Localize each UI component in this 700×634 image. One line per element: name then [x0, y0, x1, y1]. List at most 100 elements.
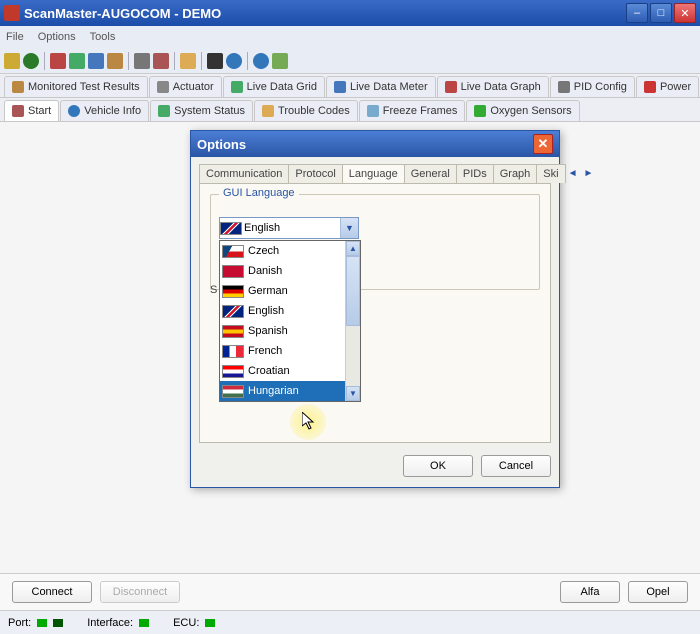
info-icon [68, 105, 80, 117]
option-label: French [248, 345, 297, 357]
language-option[interactable]: German [220, 281, 360, 301]
option-label: Danish [248, 265, 297, 277]
interface-led-icon [139, 619, 149, 627]
book-icon[interactable] [272, 53, 288, 69]
tool2-icon[interactable] [153, 53, 169, 69]
dialog-titlebar: Options ✕ [191, 131, 559, 157]
actuator-icon [157, 81, 169, 93]
chevron-down-icon[interactable]: ▼ [340, 218, 358, 238]
tabs-left-arrow[interactable]: ◄ [565, 166, 581, 181]
scroll-down-button[interactable]: ▼ [346, 386, 360, 401]
menubar: File Options Tools [0, 26, 700, 48]
language-option[interactable]: Czech [220, 241, 360, 261]
window-icon[interactable] [207, 53, 223, 69]
minimize-button[interactable]: – [626, 3, 648, 23]
tab-general[interactable]: General [404, 164, 457, 183]
option-label: English [248, 305, 299, 317]
dialog-title: Options [197, 137, 246, 152]
flag-icon [222, 345, 244, 358]
language-option[interactable]: Spanish [220, 321, 360, 341]
tab-freeze-frames[interactable]: Freeze Frames [359, 100, 466, 121]
tab-trouble-codes[interactable]: Trouble Codes [254, 100, 358, 121]
opel-button[interactable]: Opel [628, 581, 688, 603]
tab-oxygen-sensors[interactable]: Oxygen Sensors [466, 100, 579, 121]
tab-system-status[interactable]: System Status [150, 100, 253, 121]
alfa-button[interactable]: Alfa [560, 581, 620, 603]
label: Live Data Graph [461, 81, 541, 93]
tab-power[interactable]: Power [636, 76, 699, 97]
tab-communication[interactable]: Communication [199, 164, 289, 183]
grid-icon[interactable] [50, 53, 66, 69]
status-ecu-label: ECU: [173, 617, 199, 629]
tab-live-graph[interactable]: Live Data Graph [437, 76, 549, 97]
dialog-button-row: OK Cancel [191, 449, 559, 487]
grid3-icon[interactable] [88, 53, 104, 69]
dialog-close-button[interactable]: ✕ [533, 134, 553, 154]
flag-icon [222, 305, 244, 318]
label: Live Data Grid [247, 81, 317, 93]
folder-icon[interactable] [180, 53, 196, 69]
scroll-up-button[interactable]: ▲ [346, 241, 360, 256]
grid-icon [231, 81, 243, 93]
disconnect-button: Disconnect [100, 581, 180, 603]
tab-live-grid[interactable]: Live Data Grid [223, 76, 325, 97]
connect-button[interactable]: Connect [12, 581, 92, 603]
flag-icon [222, 365, 244, 378]
info-icon[interactable] [226, 53, 242, 69]
option-label: Czech [248, 245, 294, 257]
dropdown-scrollbar[interactable]: ▲ ▼ [345, 241, 360, 401]
tab-ski[interactable]: Ski [536, 164, 565, 183]
freeze-icon [367, 105, 379, 117]
tabs-right-arrow[interactable]: ► [580, 166, 596, 181]
flag-icon [222, 285, 244, 298]
language-option[interactable]: English [220, 301, 360, 321]
meter-icon [334, 81, 346, 93]
grid4-icon[interactable] [107, 53, 123, 69]
label: Live Data Meter [350, 81, 428, 93]
language-option[interactable]: Danish [220, 261, 360, 281]
tab-live-meter[interactable]: Live Data Meter [326, 76, 436, 97]
grid2-icon[interactable] [69, 53, 85, 69]
menu-tools[interactable]: Tools [90, 31, 116, 43]
tab-language[interactable]: Language [342, 164, 405, 184]
menu-file[interactable]: File [6, 31, 24, 43]
tab-protocol[interactable]: Protocol [288, 164, 342, 183]
language-dropdown: ▲ ▼ Czech Danish German English Spanish Frenc… [219, 240, 361, 402]
globe-icon[interactable] [23, 53, 39, 69]
toolbar-icon[interactable] [4, 53, 20, 69]
cancel-button[interactable]: Cancel [481, 455, 551, 477]
tab-pids[interactable]: PIDs [456, 164, 494, 183]
o2-icon [474, 105, 486, 117]
gui-language-fieldset: GUI Language English ▼ ▲ ▼ CzechDanishGe… [210, 194, 540, 290]
info2-icon[interactable] [253, 53, 269, 69]
tool-icon[interactable] [134, 53, 150, 69]
tab-start[interactable]: Start [4, 100, 59, 121]
tab-actuator[interactable]: Actuator [149, 76, 222, 97]
maximize-button[interactable]: □ [650, 3, 672, 23]
warning-icon [262, 105, 274, 117]
tab-pid-config[interactable]: PID Config [550, 76, 635, 97]
label: Vehicle Info [84, 105, 141, 117]
gear-icon [12, 81, 24, 93]
menu-options[interactable]: Options [38, 31, 76, 43]
tab-vehicle-info[interactable]: Vehicle Info [60, 100, 149, 121]
options-dialog: Options ✕ Communication Protocol Languag… [190, 130, 560, 488]
gui-language-label: GUI Language [219, 187, 299, 199]
close-button[interactable]: ✕ [674, 3, 696, 23]
language-option[interactable]: Croatian [220, 361, 360, 381]
ok-button[interactable]: OK [403, 455, 473, 477]
label: Freeze Frames [383, 105, 458, 117]
language-combobox[interactable]: English ▼ ▲ ▼ CzechDanishGermanEnglishSp… [219, 217, 359, 239]
language-option[interactable]: Hungarian [220, 381, 360, 401]
tab-graph[interactable]: Graph [493, 164, 538, 183]
option-label: Croatian [248, 365, 305, 377]
label: Trouble Codes [278, 105, 350, 117]
option-label: German [248, 285, 303, 297]
language-option[interactable]: French [220, 341, 360, 361]
window-title: ScanMaster-AUGOCOM - DEMO [24, 6, 624, 21]
tab-monitored[interactable]: Monitored Test Results [4, 76, 148, 97]
separator [128, 52, 129, 70]
section-tabs: Start Vehicle Info System Status Trouble… [0, 98, 700, 122]
label: PID Config [574, 81, 627, 93]
scroll-thumb[interactable] [346, 256, 360, 326]
